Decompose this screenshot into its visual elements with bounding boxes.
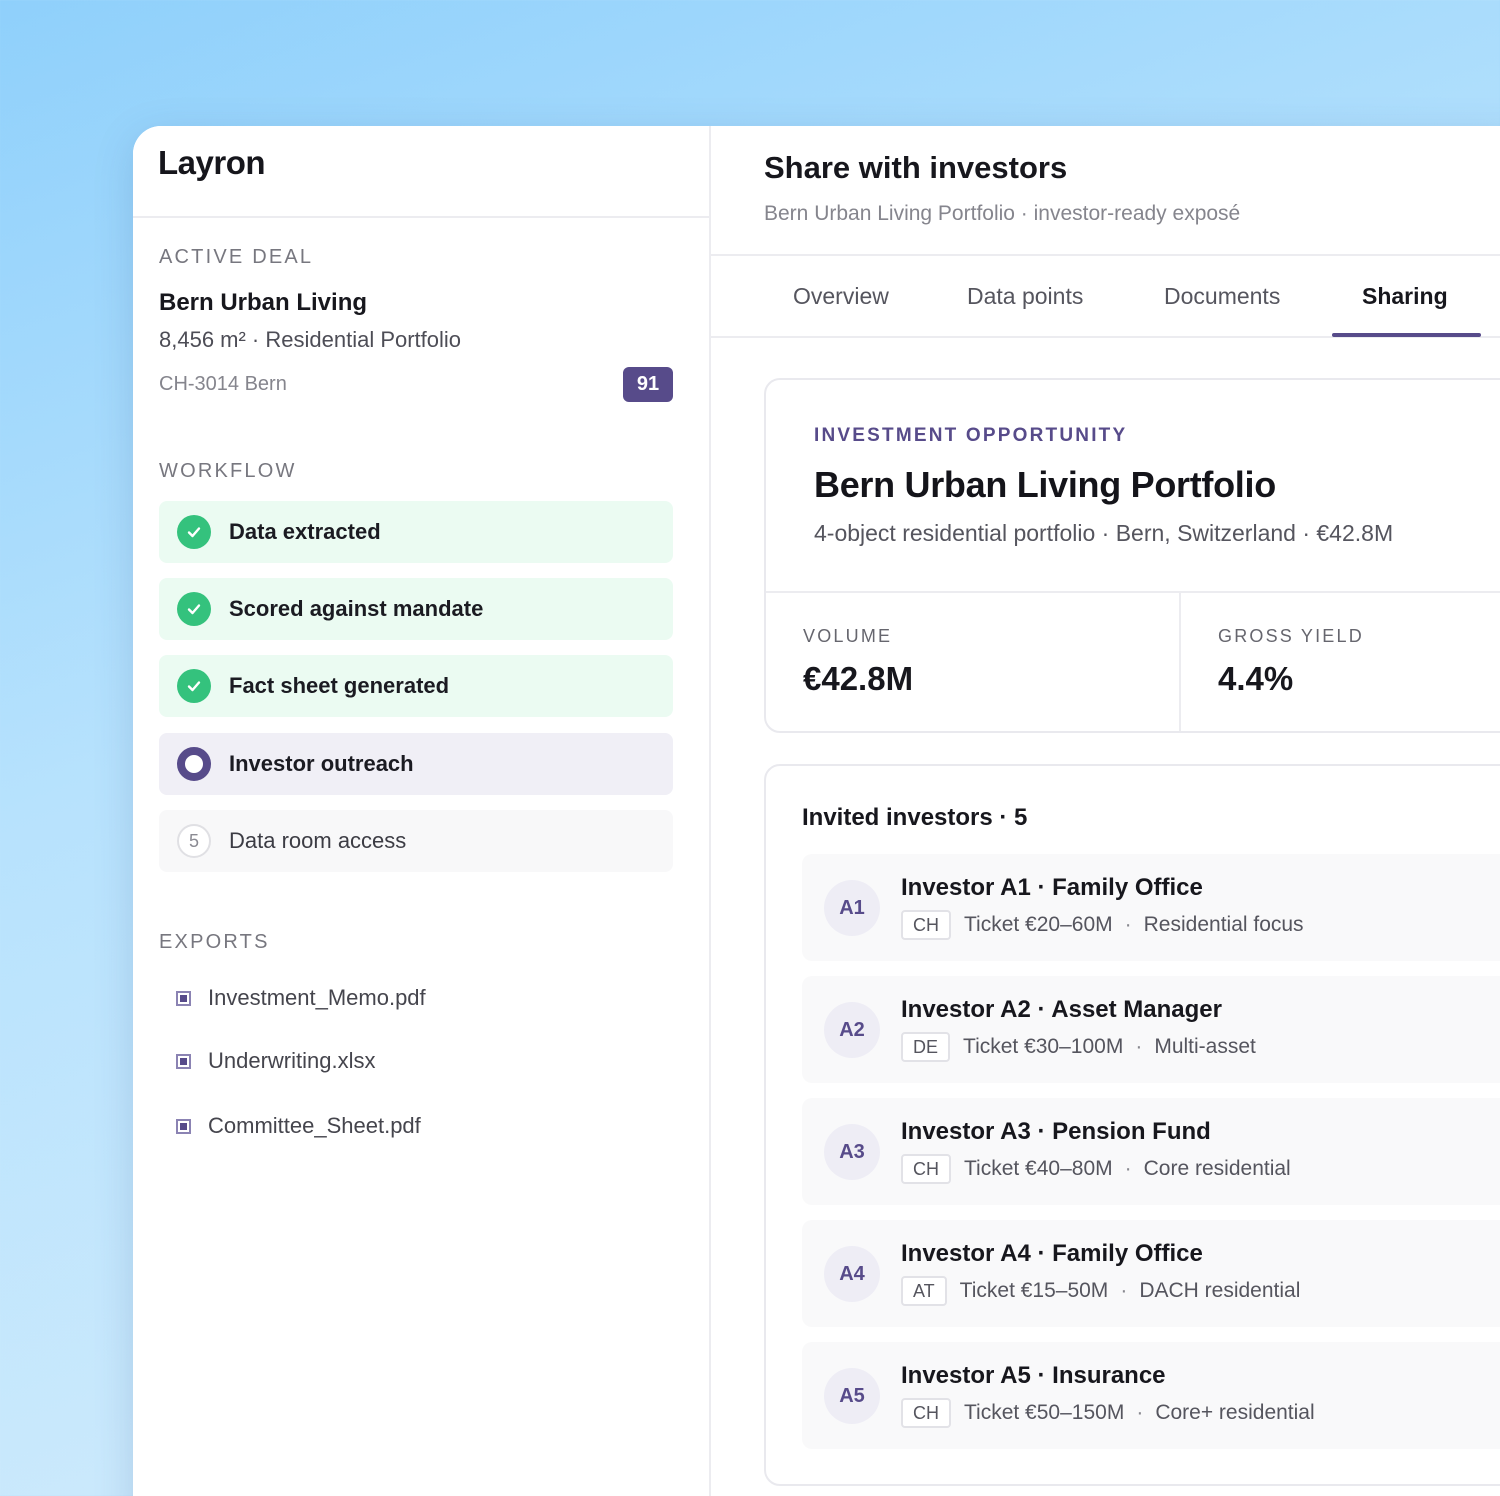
deal-name: Bern Urban Living bbox=[159, 289, 368, 316]
investor-meta: DE Ticket €30–100M · Multi-asset bbox=[901, 1032, 1256, 1062]
workflow-step-label: Data extracted bbox=[229, 519, 381, 544]
metric-yield-value: 4.4% bbox=[1218, 660, 1294, 697]
avatar: A5 bbox=[824, 1368, 880, 1424]
investor-focus: Core residential bbox=[1143, 1157, 1291, 1180]
opportunity-subtitle: 4-object residential portfolio · Bern, S… bbox=[814, 520, 1394, 546]
file-icon bbox=[176, 1053, 191, 1069]
tab-overview[interactable]: Overview bbox=[793, 283, 889, 310]
separator-dot: · bbox=[1124, 1157, 1132, 1180]
sidebar: Layron ACTIVE DEAL Bern Urban Living 8,4… bbox=[133, 126, 711, 1496]
metric-yield-label: GROSS YIELD bbox=[1218, 626, 1364, 646]
workflow-step-label: Investor outreach bbox=[229, 751, 414, 776]
country-tag: AT bbox=[901, 1276, 947, 1306]
page-header: Share with investors Bern Urban Living P… bbox=[711, 126, 1500, 256]
investor-name: Investor A5 · Insurance bbox=[901, 1362, 1166, 1389]
investor-row[interactable]: A2 Investor A2 · Asset Manager DE Ticket… bbox=[802, 976, 1500, 1083]
investor-meta: CH Ticket €50–150M · Core+ residential bbox=[901, 1398, 1315, 1428]
deal-subtitle: 8,456 m² · Residential Portfolio bbox=[159, 327, 462, 352]
check-icon bbox=[177, 669, 211, 703]
export-investment-memo[interactable]: Investment_Memo.pdf bbox=[176, 985, 426, 1011]
workflow-step-data-room[interactable]: 5 Data room access bbox=[159, 810, 673, 872]
tab-data-points[interactable]: Data points bbox=[967, 283, 1083, 310]
invited-investors-card: Invited investors · 5 A1 Investor A1 · F… bbox=[764, 764, 1500, 1486]
page-subtitle: Bern Urban Living Portfolio · investor-r… bbox=[764, 202, 1241, 225]
deal-location: CH-3014 Bern bbox=[159, 373, 287, 395]
workflow-step-fact-sheet[interactable]: Fact sheet generated bbox=[159, 655, 673, 717]
country-tag: CH bbox=[901, 910, 951, 940]
workflow-step-label: Fact sheet generated bbox=[229, 673, 450, 698]
export-underwriting[interactable]: Underwriting.xlsx bbox=[176, 1048, 376, 1074]
investor-row[interactable]: A1 Investor A1 · Family Office CH Ticket… bbox=[802, 854, 1500, 961]
separator-dot: · bbox=[1135, 1035, 1143, 1058]
opportunity-title: Bern Urban Living Portfolio bbox=[814, 464, 1276, 505]
opportunity-eyebrow: INVESTMENT OPPORTUNITY bbox=[814, 425, 1128, 446]
in-progress-icon bbox=[177, 747, 211, 781]
investor-name: Investor A2 · Asset Manager bbox=[901, 996, 1222, 1023]
investor-name: Investor A3 · Pension Fund bbox=[901, 1118, 1211, 1145]
avatar: A2 bbox=[824, 1002, 880, 1058]
avatar: A3 bbox=[824, 1124, 880, 1180]
score-badge: 91 bbox=[623, 367, 673, 402]
separator-dot: · bbox=[1120, 1279, 1128, 1302]
investor-row[interactable]: A4 Investor A4 · Family Office AT Ticket… bbox=[802, 1220, 1500, 1327]
investor-ticket: Ticket €30–100M bbox=[963, 1035, 1124, 1058]
investor-row[interactable]: A3 Investor A3 · Pension Fund CH Ticket … bbox=[802, 1098, 1500, 1205]
investor-focus: Multi-asset bbox=[1154, 1035, 1256, 1058]
investor-focus: Residential focus bbox=[1143, 913, 1304, 936]
main-content: Share with investors Bern Urban Living P… bbox=[711, 126, 1500, 1496]
active-deal-label: ACTIVE DEAL bbox=[159, 246, 314, 268]
export-label: Underwriting.xlsx bbox=[208, 1048, 376, 1073]
tab-bar: Overview Data points Documents Sharing bbox=[711, 256, 1500, 338]
investor-ticket: Ticket €50–150M bbox=[964, 1401, 1125, 1424]
workflow-step-investor-outreach[interactable]: Investor outreach bbox=[159, 733, 673, 795]
step-number: 5 bbox=[177, 824, 211, 858]
investor-name: Investor A4 · Family Office bbox=[901, 1240, 1203, 1267]
tab-documents[interactable]: Documents bbox=[1164, 283, 1280, 310]
opportunity-card: INVESTMENT OPPORTUNITY Bern Urban Living… bbox=[764, 378, 1500, 733]
investor-ticket: Ticket €15–50M bbox=[959, 1279, 1109, 1302]
workflow-step-data-extracted[interactable]: Data extracted bbox=[159, 501, 673, 563]
investor-ticket: Ticket €20–60M bbox=[964, 913, 1113, 936]
avatar: A1 bbox=[824, 880, 880, 936]
export-label: Committee_Sheet.pdf bbox=[208, 1113, 421, 1138]
app-window: Layron ACTIVE DEAL Bern Urban Living 8,4… bbox=[133, 126, 1500, 1496]
separator-dot: · bbox=[1124, 913, 1132, 936]
investor-name: Investor A1 · Family Office bbox=[901, 874, 1203, 901]
avatar: A4 bbox=[824, 1246, 880, 1302]
investor-meta: CH Ticket €20–60M · Residential focus bbox=[901, 910, 1304, 940]
metric-volume-value: €42.8M bbox=[803, 660, 914, 697]
check-icon bbox=[177, 515, 211, 549]
workflow-label: WORKFLOW bbox=[159, 460, 297, 482]
exports-label: EXPORTS bbox=[159, 931, 270, 953]
logo-bar: Layron bbox=[133, 126, 709, 218]
page-title: Share with investors bbox=[764, 150, 1068, 185]
country-tag: CH bbox=[901, 1398, 951, 1428]
file-icon bbox=[176, 1118, 191, 1134]
metric-volume-label: VOLUME bbox=[803, 626, 893, 646]
invited-investors-heading: Invited investors · 5 bbox=[802, 804, 1028, 831]
tab-sharing[interactable]: Sharing bbox=[1362, 283, 1448, 310]
country-tag: DE bbox=[901, 1032, 951, 1062]
file-icon bbox=[176, 990, 191, 1006]
workflow-step-label: Scored against mandate bbox=[229, 596, 484, 621]
export-label: Investment_Memo.pdf bbox=[208, 985, 426, 1010]
logo[interactable]: Layron bbox=[158, 144, 709, 182]
export-committee-sheet[interactable]: Committee_Sheet.pdf bbox=[176, 1113, 421, 1139]
separator-dot: · bbox=[1136, 1401, 1144, 1424]
investor-meta: CH Ticket €40–80M · Core residential bbox=[901, 1154, 1291, 1184]
workflow-step-scored[interactable]: Scored against mandate bbox=[159, 578, 673, 640]
check-icon bbox=[177, 592, 211, 626]
investor-row[interactable]: A5 Investor A5 · Insurance CH Ticket €50… bbox=[802, 1342, 1500, 1449]
divider bbox=[1179, 593, 1181, 731]
active-tab-indicator bbox=[1332, 333, 1481, 337]
country-tag: CH bbox=[901, 1154, 951, 1184]
divider bbox=[766, 591, 1500, 593]
investor-focus: Core+ residential bbox=[1155, 1401, 1315, 1424]
investor-ticket: Ticket €40–80M bbox=[964, 1157, 1113, 1180]
investor-meta: AT Ticket €15–50M · DACH residential bbox=[901, 1276, 1300, 1306]
investor-focus: DACH residential bbox=[1139, 1279, 1301, 1302]
workflow-step-label: Data room access bbox=[229, 828, 407, 853]
